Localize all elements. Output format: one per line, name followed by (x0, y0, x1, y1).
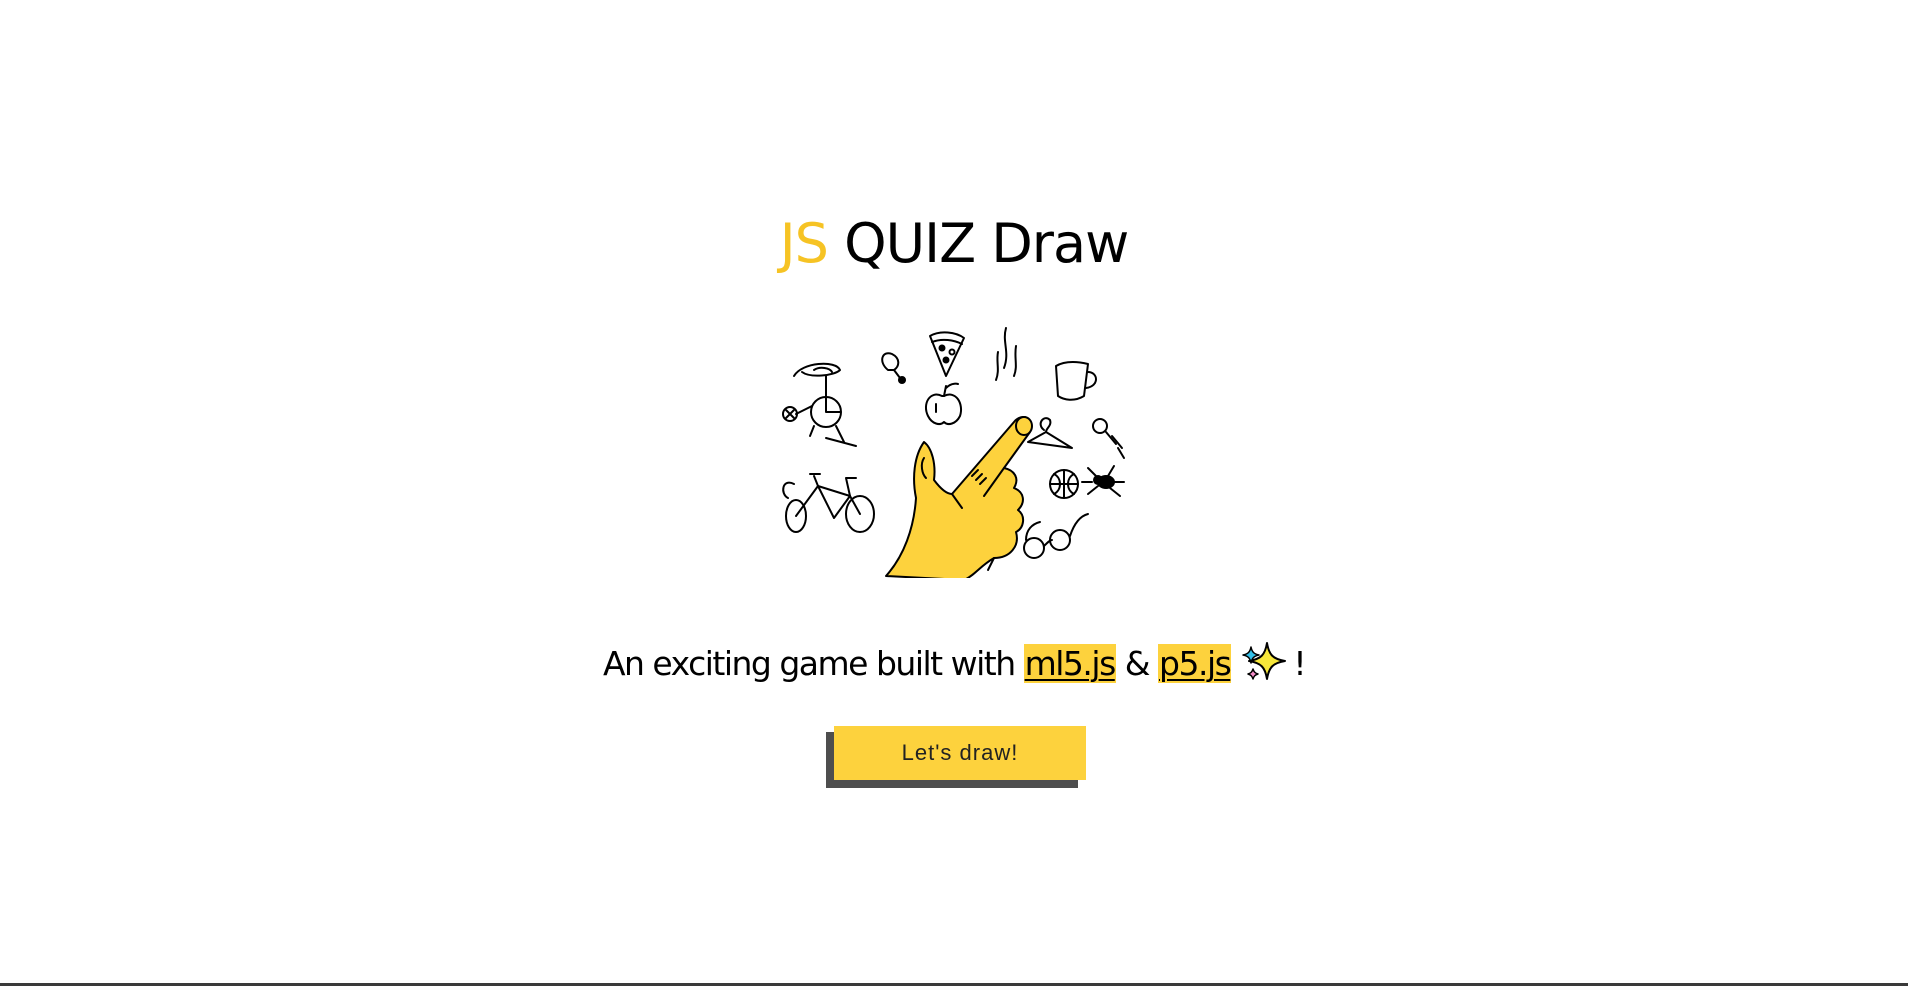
lets-draw-button[interactable]: Let's draw! (834, 726, 1086, 780)
pizza-doodle-icon (929, 331, 965, 377)
pointing-hand-icon (885, 416, 1033, 578)
tagline: An exciting game built with ml5.js & p5.… (0, 638, 1908, 690)
tagline-prefix: An exciting game built with (602, 644, 1016, 683)
hanger-doodle-icon (1027, 417, 1073, 449)
drumstick-doodle-icon (881, 352, 906, 384)
tagline-amp: & (1124, 644, 1151, 683)
sparkles-icon (1242, 642, 1287, 680)
mug-doodle-icon (1055, 361, 1097, 401)
spider-doodle-icon (1081, 465, 1125, 497)
p5-link[interactable]: p5.js (1158, 644, 1232, 683)
glasses-doodle-icon (1023, 513, 1089, 559)
hand-drawing-illustration-icon (782, 327, 1125, 578)
tagline-suffix: ! (1293, 644, 1306, 683)
page-title: JS QUIZ Draw (0, 204, 1908, 284)
basketball-doodle-icon (1049, 469, 1079, 499)
title-rest: QUIZ Draw (844, 212, 1129, 275)
pushpin-doodle-icon (1092, 418, 1125, 459)
helicopter-doodle-icon (782, 362, 857, 447)
ml5-link[interactable]: ml5.js (1023, 644, 1116, 683)
cta-button-wrapper: Let's draw! (826, 726, 1086, 788)
bicycle-doodle-icon (782, 473, 875, 533)
apple-doodle-icon (924, 382, 962, 425)
title-accent: JS (779, 212, 829, 275)
motion-lines-icon (995, 327, 1017, 381)
